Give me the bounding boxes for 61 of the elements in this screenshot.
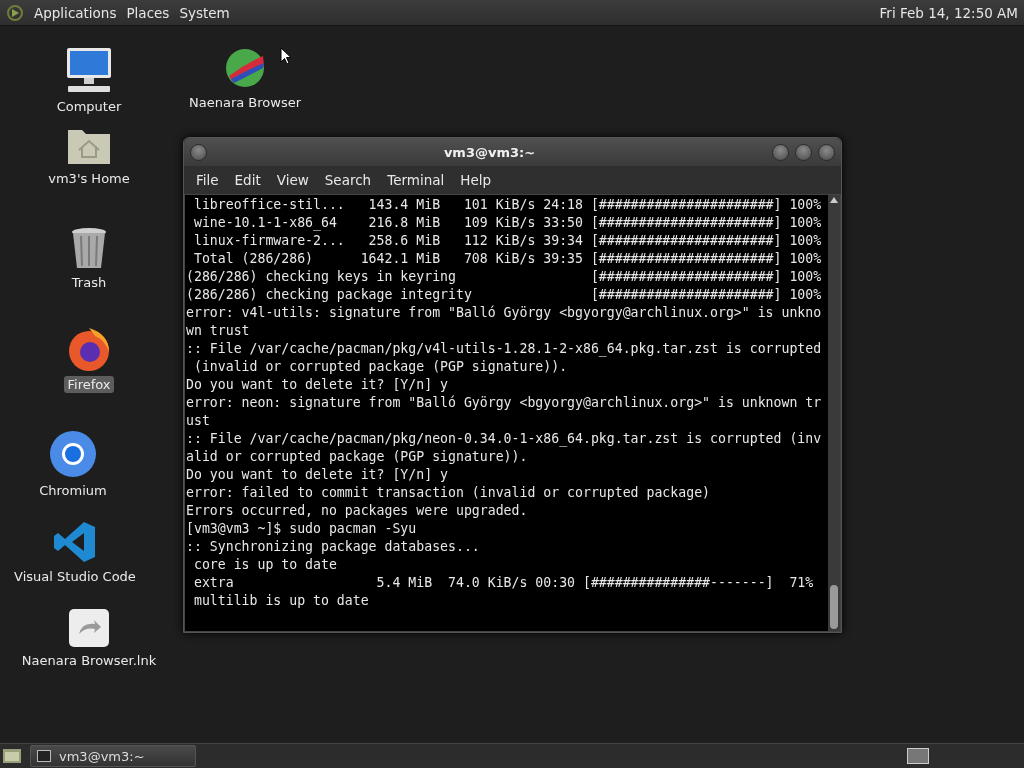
- panel-menu[interactable]: System: [179, 4, 230, 21]
- desktop-icon-label[interactable]: Naenara Browser: [186, 94, 304, 111]
- desktop-icon-label[interactable]: Visual Studio Code: [11, 568, 139, 585]
- terminal-line: Do you want to delete it? [Y/n] y: [186, 466, 449, 484]
- menu-item[interactable]: Edit: [226, 170, 269, 190]
- menu-item[interactable]: Search: [316, 170, 380, 190]
- terminal-line: (286/286) checking keys in keyring [######################] 100%: [186, 268, 823, 286]
- task-button[interactable]: vm3@vm3:~: [30, 745, 196, 767]
- terminal-line: error: failed to commit transaction (invalid or corrupted package): [186, 484, 711, 502]
- desktop-icon-label[interactable]: Naenara Browser.lnk: [18, 652, 160, 669]
- terminal-line: :: File /var/cache/pacman/pkg/neon-0.34.0-1-x86_64.pkg.tar.zst is corrupted (inv: [186, 430, 823, 448]
- terminal-line: (286/286) checking package integrity [######################] 100%: [186, 286, 823, 304]
- terminal-line: Do you want to delete it? [Y/n] y: [186, 376, 449, 394]
- terminal-line: Total (286/286) 1642.1 MiB 708 KiB/s 39:35 [######################] 100%: [192, 250, 823, 268]
- terminal-line: alid or corrupted package (PGP signature)).: [186, 448, 529, 466]
- code-editor-icon: [53, 520, 97, 564]
- close-button[interactable]: [818, 143, 835, 161]
- workspace-switcher[interactable]: [907, 748, 929, 764]
- terminal-line: wn trust: [186, 322, 251, 340]
- trash-icon: [70, 226, 108, 270]
- window-title: vm3@vm3:~: [442, 144, 537, 160]
- desktop-icon-label[interactable]: Computer: [53, 98, 125, 115]
- terminal-line: Errors occurred, no packages were upgraded.: [186, 502, 529, 520]
- terminal-line: multilib is up to date: [192, 592, 370, 610]
- window-menu-button[interactable]: [190, 143, 207, 161]
- scrollbar[interactable]: [828, 195, 840, 631]
- clock[interactable]: Fri Feb 14, 12:50 AM: [867, 4, 1018, 21]
- desktop-icon-label[interactable]: Chromium: [36, 482, 110, 499]
- terminal-line: ust: [186, 412, 211, 430]
- menu-item[interactable]: File: [188, 170, 227, 190]
- desktop-icon-label[interactable]: vm3's Home: [45, 170, 133, 187]
- terminal-line: :: Synchronizing package databases...: [186, 538, 481, 556]
- terminal-icon: [37, 750, 51, 762]
- menu-item[interactable]: Help: [452, 170, 500, 190]
- terminal-line: [vm3@vm3 ~]$ sudo pacman -Syu: [186, 520, 418, 538]
- menu-logo-icon[interactable]: [6, 3, 24, 22]
- terminal-line: :: File /var/cache/pacman/pkg/v4l-utils-1.28.1-2-x86_64.pkg.tar.zst is corrupted: [186, 340, 823, 358]
- scrollbar-thumb[interactable]: [830, 585, 838, 629]
- terminal-line: linux-firmware-2... 258.6 MiB 112 KiB/s 39:34 [######################] 100%: [192, 232, 823, 250]
- menu-item[interactable]: Terminal: [379, 170, 453, 190]
- terminal-line: (invalid or corrupted package (PGP signature)).: [192, 358, 569, 376]
- desktop-icon-label[interactable]: Trash: [68, 274, 110, 291]
- menu-item[interactable]: View: [268, 170, 317, 190]
- pointer-icon: [280, 47, 292, 65]
- minimize-button[interactable]: [772, 143, 789, 161]
- chromium-icon: [49, 430, 97, 478]
- computer-icon: [64, 46, 114, 94]
- scroll-up-icon[interactable]: [830, 197, 838, 203]
- shortcut-icon: [68, 608, 110, 648]
- show-desktop-icon[interactable]: [2, 747, 22, 765]
- terminal-line: error: v4l-utils: signature from "Balló György <bgyorgy@archlinux.org>" is unkno: [186, 304, 823, 322]
- panel-menu[interactable]: Applications: [34, 4, 117, 21]
- terminal-line: error: neon: signature from "Balló György <bgyorgy@archlinux.org>" is unknown tr: [186, 394, 823, 412]
- terminal-line: wine-10.1-1-x86_64 216.8 MiB 109 KiB/s 33:50 [######################] 100%: [192, 214, 823, 232]
- desktop-icon-label[interactable]: Firefox: [64, 376, 114, 393]
- terminal-line: core is up to date: [192, 556, 338, 574]
- globe-icon: [223, 46, 267, 90]
- maximize-button[interactable]: [795, 143, 812, 161]
- terminal-line: extra 5.4 MiB 74.0 KiB/s 00:30 [###############-------] 71%: [192, 574, 815, 592]
- terminal-line: libreoffice-stil... 143.4 MiB 101 KiB/s 24:18 [######################] 100%: [192, 196, 823, 214]
- panel-menu[interactable]: Places: [126, 4, 170, 21]
